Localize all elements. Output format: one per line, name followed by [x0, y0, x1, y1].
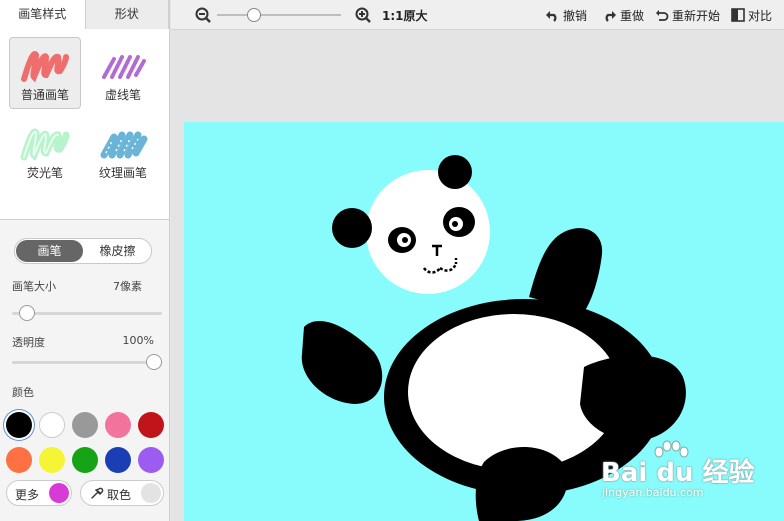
opacity-label: 透明度: [12, 336, 45, 349]
opacity-row: 透明度 100%: [12, 334, 154, 350]
restart-label: 重新开始: [672, 8, 721, 23]
compare-icon: [731, 8, 745, 22]
tab-shape[interactable]: 形状: [85, 0, 169, 29]
color-picker-button[interactable]: 取色: [80, 480, 164, 506]
redo-icon: [605, 11, 616, 22]
zoom-slider[interactable]: [217, 8, 341, 22]
undo-label: 撤销: [563, 8, 588, 23]
brush-size-slider[interactable]: [12, 305, 162, 321]
top-toolbar: 1:1原大 撤销 重做 重新开始 对比: [171, 0, 784, 30]
brush-size-label: 画笔大小: [12, 280, 56, 293]
color-swatch[interactable]: [6, 447, 32, 473]
brush-label: 纹理画笔: [98, 166, 147, 180]
color-swatch[interactable]: [138, 447, 164, 473]
brush-list: 普通画笔 虚线笔 荧光笔 纹理画笔: [0, 29, 169, 220]
highlighter-icon: [20, 128, 70, 161]
zoom-in-icon[interactable]: [355, 7, 371, 23]
brush-label: 虚线笔: [104, 88, 141, 102]
tab-brush-style[interactable]: 画笔样式: [0, 0, 86, 30]
undo-button[interactable]: 撤销: [545, 5, 587, 25]
zoom-knob[interactable]: [247, 8, 261, 22]
texture-brush-icon: [100, 131, 148, 159]
watermark-text: Bai du 经验: [601, 458, 755, 488]
more-colors-label: 更多: [15, 488, 40, 502]
opacity-value: 100%: [122, 334, 154, 347]
brush-dashed[interactable]: 虚线笔: [87, 37, 159, 109]
color-swatch[interactable]: [39, 412, 65, 438]
more-colors-button[interactable]: 更多: [6, 480, 72, 506]
brush-size-row: 画笔大小 7像素: [12, 278, 154, 294]
brush-eraser-toggle: 画笔 橡皮擦: [14, 238, 152, 264]
compare-button[interactable]: 对比: [731, 5, 772, 25]
plain-brush-icon: [21, 51, 69, 83]
brush-highlighter[interactable]: 荧光笔: [9, 115, 81, 187]
color-swatch[interactable]: [6, 412, 32, 438]
watermark-url: jingyan.baidu.com: [602, 486, 704, 499]
restart-button[interactable]: 重新开始: [655, 5, 720, 25]
brush-plain[interactable]: 普通画笔: [9, 37, 81, 109]
color-swatch[interactable]: [72, 412, 98, 438]
baidu-watermark: Bai du 经验 jingyan.baidu.com: [601, 440, 781, 500]
mode-eraser-button[interactable]: 橡皮擦: [84, 239, 151, 263]
opacity-slider[interactable]: [12, 354, 162, 370]
redo-button[interactable]: 重做: [602, 5, 644, 25]
color-swatch[interactable]: [39, 447, 65, 473]
color-label: 颜色: [12, 386, 34, 399]
color-swatch[interactable]: [105, 447, 131, 473]
color-swatch[interactable]: [105, 412, 131, 438]
brush-label: 荧光笔: [26, 166, 63, 180]
color-picker-label: 取色: [107, 488, 132, 502]
compare-label: 对比: [748, 8, 773, 23]
brush-texture[interactable]: 纹理画笔: [87, 115, 159, 187]
tool-panel: 画笔样式 形状 普通画笔 虚线笔 荧光笔 纹理画笔 画笔 橡皮擦 画笔大小 7像…: [0, 0, 170, 521]
color-swatch[interactable]: [138, 412, 164, 438]
color-swatch[interactable]: [72, 447, 98, 473]
panel-tabs: 画笔样式 形状: [0, 0, 169, 30]
actual-size-button[interactable]: 1:1原大: [382, 7, 428, 24]
eyedropper-icon: [91, 487, 104, 499]
picked-color-swatch: [141, 483, 161, 503]
brush-size-knob[interactable]: [18, 305, 35, 321]
zoom-out-icon[interactable]: [195, 7, 211, 23]
opacity-knob[interactable]: [146, 354, 162, 370]
brush-label: 普通画笔: [20, 88, 69, 102]
more-colors-swatch: [49, 483, 69, 503]
undo-icon: [546, 11, 557, 22]
restart-icon: [656, 10, 669, 21]
brush-size-value: 7像素: [113, 280, 142, 293]
mode-brush-button[interactable]: 画笔: [16, 240, 83, 262]
dashed-brush-icon: [102, 55, 146, 79]
redo-label: 重做: [620, 8, 645, 23]
